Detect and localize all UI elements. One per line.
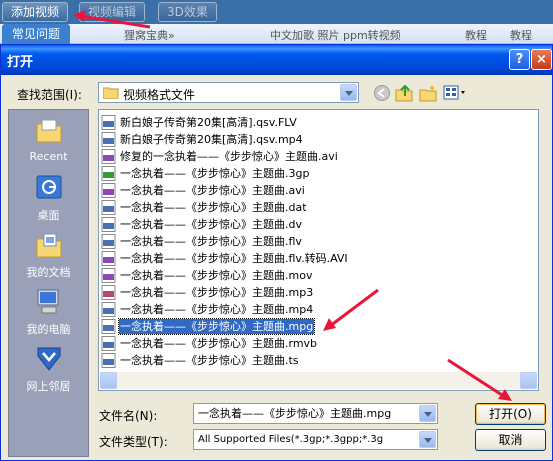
place-label: 我的文档 bbox=[26, 266, 71, 279]
app-toolbar: 添加视频 视频编辑 3D效果 bbox=[0, 0, 553, 24]
file-name: 一念执着——《步步惊心》主题曲.mov bbox=[120, 269, 313, 282]
open-button[interactable]: 打开(O) bbox=[475, 403, 546, 425]
horizontal-scrollbar[interactable] bbox=[100, 372, 537, 389]
mov-file-icon bbox=[101, 268, 116, 283]
new-folder-icon[interactable] bbox=[419, 84, 437, 102]
video-edit-tab[interactable]: 视频编辑 bbox=[79, 2, 146, 22]
mp4-file-icon bbox=[101, 132, 116, 147]
chevron-down-icon[interactable] bbox=[340, 84, 357, 101]
look-in-label: 查找范围(I): bbox=[17, 88, 82, 102]
view-menu-icon[interactable] bbox=[443, 84, 467, 102]
folder-icon bbox=[103, 87, 119, 99]
chevron-down-icon[interactable] bbox=[419, 405, 436, 422]
file-name: 一念执着——《步步惊心》主题曲.dat bbox=[120, 201, 307, 214]
filename-label: 文件名(N): bbox=[99, 409, 158, 423]
filetype-value: All Supported Files(*.3gp;*.3gpp;*.3g bbox=[198, 434, 384, 445]
avi-file-icon bbox=[101, 183, 116, 198]
up-folder-icon[interactable] bbox=[395, 84, 413, 102]
filetype-label: 文件类型(T): bbox=[99, 435, 168, 449]
help-button[interactable]: ? bbox=[509, 49, 530, 70]
flv-file-icon bbox=[101, 115, 116, 130]
strip-link[interactable]: 狸窝宝典» bbox=[124, 27, 175, 43]
chevron-down-icon[interactable] bbox=[419, 431, 436, 448]
dialog-titlebar[interactable]: 打开 ? × bbox=[1, 45, 552, 75]
look-in-dropdown[interactable]: 视频格式文件 bbox=[98, 82, 359, 103]
file-name: 一念执着——《步步惊心》主题曲.avi bbox=[120, 184, 305, 197]
file-list[interactable]: 新白娘子传奇第20集[高清].qsv.FLV 新白娘子传奇第20集[高清].qsv… bbox=[98, 109, 539, 391]
back-icon[interactable] bbox=[373, 84, 391, 102]
my-computer-icon bbox=[37, 289, 59, 314]
desktop-icon bbox=[36, 175, 62, 199]
file-name: 一念执着——《步步惊心》主题曲.3gp bbox=[120, 167, 310, 180]
place-label: 桌面 bbox=[37, 209, 60, 222]
place-network[interactable]: 网上邻居 bbox=[9, 342, 88, 398]
open-file-dialog: 打开 ? × 查找范围(I): 视频格式文件 Recent 桌面 我的文档 我的… bbox=[0, 44, 553, 461]
avi-file-icon bbox=[101, 251, 116, 266]
place-label: Recent bbox=[29, 150, 68, 163]
mp4-file-icon bbox=[101, 302, 116, 317]
place-label: 我的电脑 bbox=[26, 323, 71, 336]
add-video-tab[interactable]: 添加视频 bbox=[2, 2, 69, 22]
file-name: 一念执着——《步步惊心》主题曲.flv.转码.AVI bbox=[120, 252, 348, 265]
file-name: 一念执着——《步步惊心》主题曲.mpg bbox=[117, 318, 316, 335]
strip-link[interactable]: 教程 bbox=[510, 27, 532, 43]
place-my-documents[interactable]: 我的文档 bbox=[9, 228, 88, 284]
strip-link[interactable]: 教程 bbox=[465, 27, 487, 43]
file-name: 一念执着——《步步惊心》主题曲.mp4 bbox=[120, 303, 314, 316]
file-name: 一念执着——《步步惊心》主题曲.ts bbox=[120, 354, 299, 367]
place-label: 网上邻居 bbox=[26, 380, 71, 393]
3gp-file-icon bbox=[101, 166, 116, 181]
network-places-icon bbox=[37, 347, 61, 371]
file-name: 一念执着——《步步惊心》主题曲.rmvb bbox=[120, 337, 318, 350]
filetype-select[interactable]: All Supported Files(*.3gp;*.3gpp;*.3g bbox=[193, 429, 438, 450]
recent-documents-icon bbox=[36, 119, 62, 143]
file-name: 修复的一念执着——《步步惊心》主题曲.avi bbox=[120, 150, 338, 163]
filename-value: 一念执着——《步步惊心》主题曲.mpg bbox=[198, 407, 392, 420]
look-in-value: 视频格式文件 bbox=[123, 88, 196, 102]
places-bar: Recent 桌面 我的文档 我的电脑 网上邻居 bbox=[8, 109, 89, 457]
ts-file-icon bbox=[101, 353, 116, 368]
file-name: 新白娘子传奇第20集[高清].qsv.mp4 bbox=[120, 133, 303, 146]
cancel-button[interactable]: 取消 bbox=[475, 429, 546, 451]
faq-tab[interactable]: 常见问题 bbox=[2, 24, 71, 44]
dv-file-icon bbox=[101, 217, 116, 232]
mpg-file-icon bbox=[101, 319, 116, 334]
close-button[interactable]: × bbox=[531, 49, 552, 70]
filename-input[interactable]: 一念执着——《步步惊心》主题曲.mpg bbox=[193, 403, 438, 424]
3d-effect-tab[interactable]: 3D效果 bbox=[158, 2, 217, 22]
scroll-left-icon[interactable] bbox=[100, 372, 117, 389]
place-my-computer[interactable]: 我的电脑 bbox=[9, 285, 88, 341]
place-desktop[interactable]: 桌面 bbox=[9, 171, 88, 227]
mp3-file-icon bbox=[101, 285, 116, 300]
file-name: 一念执着——《步步惊心》主题曲.flv bbox=[120, 235, 302, 248]
avi-file-icon bbox=[101, 149, 116, 164]
flv-file-icon bbox=[101, 234, 116, 249]
rmvb-file-icon bbox=[101, 336, 116, 351]
file-name: 一念执着——《步步惊心》主题曲.mp3 bbox=[120, 286, 314, 299]
dialog-title: 打开 bbox=[7, 55, 34, 70]
scroll-right-icon[interactable] bbox=[520, 372, 537, 389]
strip-link[interactable]: 中文加歌 照片 ppm转视频 bbox=[270, 27, 401, 43]
place-recent[interactable]: Recent bbox=[9, 114, 88, 170]
dat-file-icon bbox=[101, 200, 116, 215]
file-name: 一念执着——《步步惊心》主题曲.dv bbox=[120, 218, 302, 231]
my-documents-icon bbox=[36, 233, 62, 258]
file-name: 新白娘子传奇第20集[高清].qsv.FLV bbox=[120, 116, 297, 129]
